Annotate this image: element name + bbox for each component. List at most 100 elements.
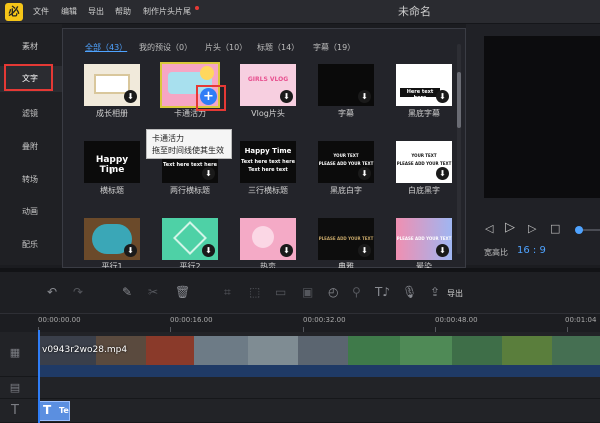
template-caption: 典雅	[338, 262, 354, 268]
template-thumb-white-on-black[interactable]: YOUR TEXT PLEASE ADD YOUR TEXT ⬇	[318, 141, 374, 183]
export-button[interactable]: 导出	[447, 288, 463, 299]
timecode-label: 00:00:48.00	[435, 316, 478, 324]
template-caption: 晕染	[416, 262, 432, 268]
overlay-track-icon: ▤	[9, 381, 21, 394]
template-thumb-vlog-intro[interactable]: GIRLS VLOG ⬇	[240, 64, 296, 106]
template-thumb-growth-album[interactable]: ⬇	[84, 64, 140, 106]
text-clip-glyph: T	[43, 403, 52, 417]
menu-help[interactable]: 帮助	[115, 0, 131, 24]
timecode-label: 00:00:00.00	[38, 316, 81, 324]
app-window: 必 文件 编辑 导出 帮助 制作片头片尾 未命名 素材 文字 滤镜 叠附 转场 …	[0, 0, 600, 423]
timeline-ruler[interactable]	[0, 314, 600, 332]
download-icon[interactable]: ⬇	[358, 244, 371, 257]
sidebar-item-filter[interactable]: 滤镜	[0, 101, 62, 127]
template-caption: 卡通活力	[174, 109, 206, 118]
template-caption: 平行1	[101, 262, 123, 268]
template-thumb-parallel-1[interactable]: ⬇	[84, 218, 140, 260]
previous-frame-icon[interactable]: ◁	[485, 222, 493, 235]
template-scrollbar-thumb[interactable]	[457, 72, 461, 128]
menu-intro-outro[interactable]: 制作片头片尾	[143, 0, 191, 24]
sidebar-item-text[interactable]: 文字	[0, 66, 62, 92]
download-icon[interactable]: ⬇	[202, 244, 215, 257]
filter-title[interactable]: 标题（14）	[257, 42, 299, 53]
sidebar-item-animation[interactable]: 动画	[0, 199, 62, 225]
download-icon[interactable]: ⬇	[202, 167, 215, 180]
text-clip-badge: Te	[59, 406, 69, 415]
download-icon[interactable]: ⬇	[436, 244, 449, 257]
template-thumb-blend[interactable]: PLEASE ADD YOUR TEXT ⬇	[396, 218, 452, 260]
filter-all[interactable]: 全部（43）	[85, 42, 127, 53]
filter-subtitle[interactable]: 字幕（19）	[313, 42, 355, 53]
next-frame-icon[interactable]: ▷	[528, 222, 536, 235]
sidebar-item-music[interactable]: 配乐	[0, 232, 62, 258]
fit-icon[interactable]: ⬚	[249, 285, 260, 299]
edit-icon[interactable]: ✎	[122, 285, 132, 299]
sidebar-item-overlay[interactable]: 叠附	[0, 134, 62, 160]
window-title: 未命名	[398, 5, 431, 18]
download-icon[interactable]: ⬇	[358, 90, 371, 103]
export-icon[interactable]: ⇪	[430, 285, 440, 299]
timecode-label: 00:00:16.00	[170, 316, 213, 324]
overlay-track	[0, 377, 600, 399]
download-icon[interactable]: ⬇	[280, 244, 293, 257]
freeze-frame-icon[interactable]: ▣	[302, 285, 313, 299]
menu-export[interactable]: 导出	[88, 0, 104, 24]
playhead[interactable]	[38, 330, 40, 423]
template-caption: Vlog片头	[251, 109, 285, 118]
text-to-speech-icon[interactable]: T♪	[375, 285, 390, 299]
tooltip-hint: 拖至时间线使其生效	[152, 146, 224, 155]
aspect-ratio-label: 宽高比	[484, 248, 508, 257]
volume-slider-knob[interactable]	[575, 226, 583, 234]
template-thumb-parallel-2[interactable]: ⬇	[162, 218, 218, 260]
play-icon[interactable]: ▷	[505, 220, 515, 235]
template-caption: 字幕	[338, 109, 354, 118]
split-audio-icon[interactable]: ⚲	[352, 285, 361, 299]
template-caption: 热恋	[260, 262, 276, 268]
speed-icon[interactable]: ◴	[328, 285, 338, 299]
text-clip[interactable]: T Te	[38, 401, 70, 421]
template-caption: 平行2	[179, 262, 201, 268]
record-icon[interactable]: 🎙	[402, 285, 417, 299]
menu-file[interactable]: 文件	[33, 0, 49, 24]
cut-icon[interactable]: ✂	[148, 285, 158, 299]
menu-edit[interactable]: 编辑	[61, 0, 77, 24]
timeline-toolbar	[0, 272, 600, 314]
undo-icon[interactable]: ↶	[47, 285, 57, 299]
download-icon[interactable]: ⬇	[280, 90, 293, 103]
text-track-icon: T	[11, 403, 19, 418]
sidebar-item-media[interactable]: 素材	[0, 34, 62, 60]
redo-icon[interactable]: ↷	[73, 285, 83, 299]
sidebar-item-transition[interactable]: 转场	[0, 167, 62, 193]
download-icon[interactable]: ⬇	[124, 244, 137, 257]
template-caption: 成长相册	[96, 109, 128, 118]
download-icon[interactable]: ⬇	[436, 167, 449, 180]
timecode-label: 00:01:04	[565, 316, 597, 324]
template-caption: 横标题	[100, 186, 124, 195]
filter-intro[interactable]: 片头（10）	[205, 42, 247, 53]
title-bar: 必 文件 编辑 导出 帮助 制作片头片尾 未命名	[0, 0, 600, 24]
stop-icon[interactable]: □	[550, 222, 560, 235]
app-logo: 必	[5, 3, 23, 21]
template-caption: 三行横标题	[248, 186, 288, 195]
template-thumb-three-line-title[interactable]: Happy Time Text here text here Text here…	[240, 141, 296, 183]
template-thumb-elegant[interactable]: PLEASE ADD YOUR TEXT ⬇	[318, 218, 374, 260]
mosaic-icon[interactable]: ▭	[275, 285, 286, 299]
template-thumb-black-bg-subtitle[interactable]: Here text here ⬇	[396, 64, 452, 106]
download-icon[interactable]: ⬇	[108, 168, 114, 176]
template-thumb-subtitle[interactable]: ⬇	[318, 64, 374, 106]
add-template-button[interactable]: +	[200, 88, 217, 105]
download-icon[interactable]: ⬇	[436, 90, 449, 103]
filter-my-presets[interactable]: 我的预设（0）	[139, 42, 192, 53]
new-badge	[195, 6, 199, 10]
download-icon[interactable]: ⬇	[358, 167, 371, 180]
template-thumb-love[interactable]: ⬇	[240, 218, 296, 260]
aspect-ratio-value[interactable]: 16 : 9	[517, 245, 546, 256]
audio-waveform[interactable]	[38, 365, 600, 377]
delete-icon[interactable]: 🗑	[175, 285, 190, 299]
download-icon[interactable]: ⬇	[124, 90, 137, 103]
template-thumb-horizontal-title[interactable]: Happy Time ⬇	[84, 141, 140, 183]
timecode-label: 00:00:32.00	[303, 316, 346, 324]
template-thumb-black-on-white[interactable]: YOUR TEXT PLEASE ADD YOUR TEXT ⬇	[396, 141, 452, 183]
template-caption: 白底黑字	[408, 186, 440, 195]
crop-icon[interactable]: ⌗	[224, 285, 231, 300]
